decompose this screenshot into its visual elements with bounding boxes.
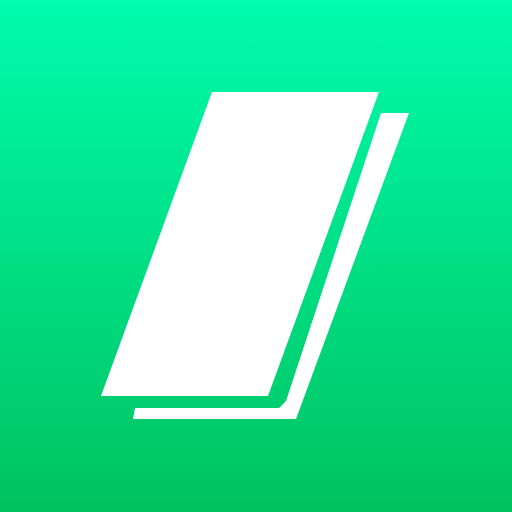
stacked-pages-icon <box>101 92 409 419</box>
front-page-shape <box>101 92 379 396</box>
app-icon <box>0 0 512 512</box>
